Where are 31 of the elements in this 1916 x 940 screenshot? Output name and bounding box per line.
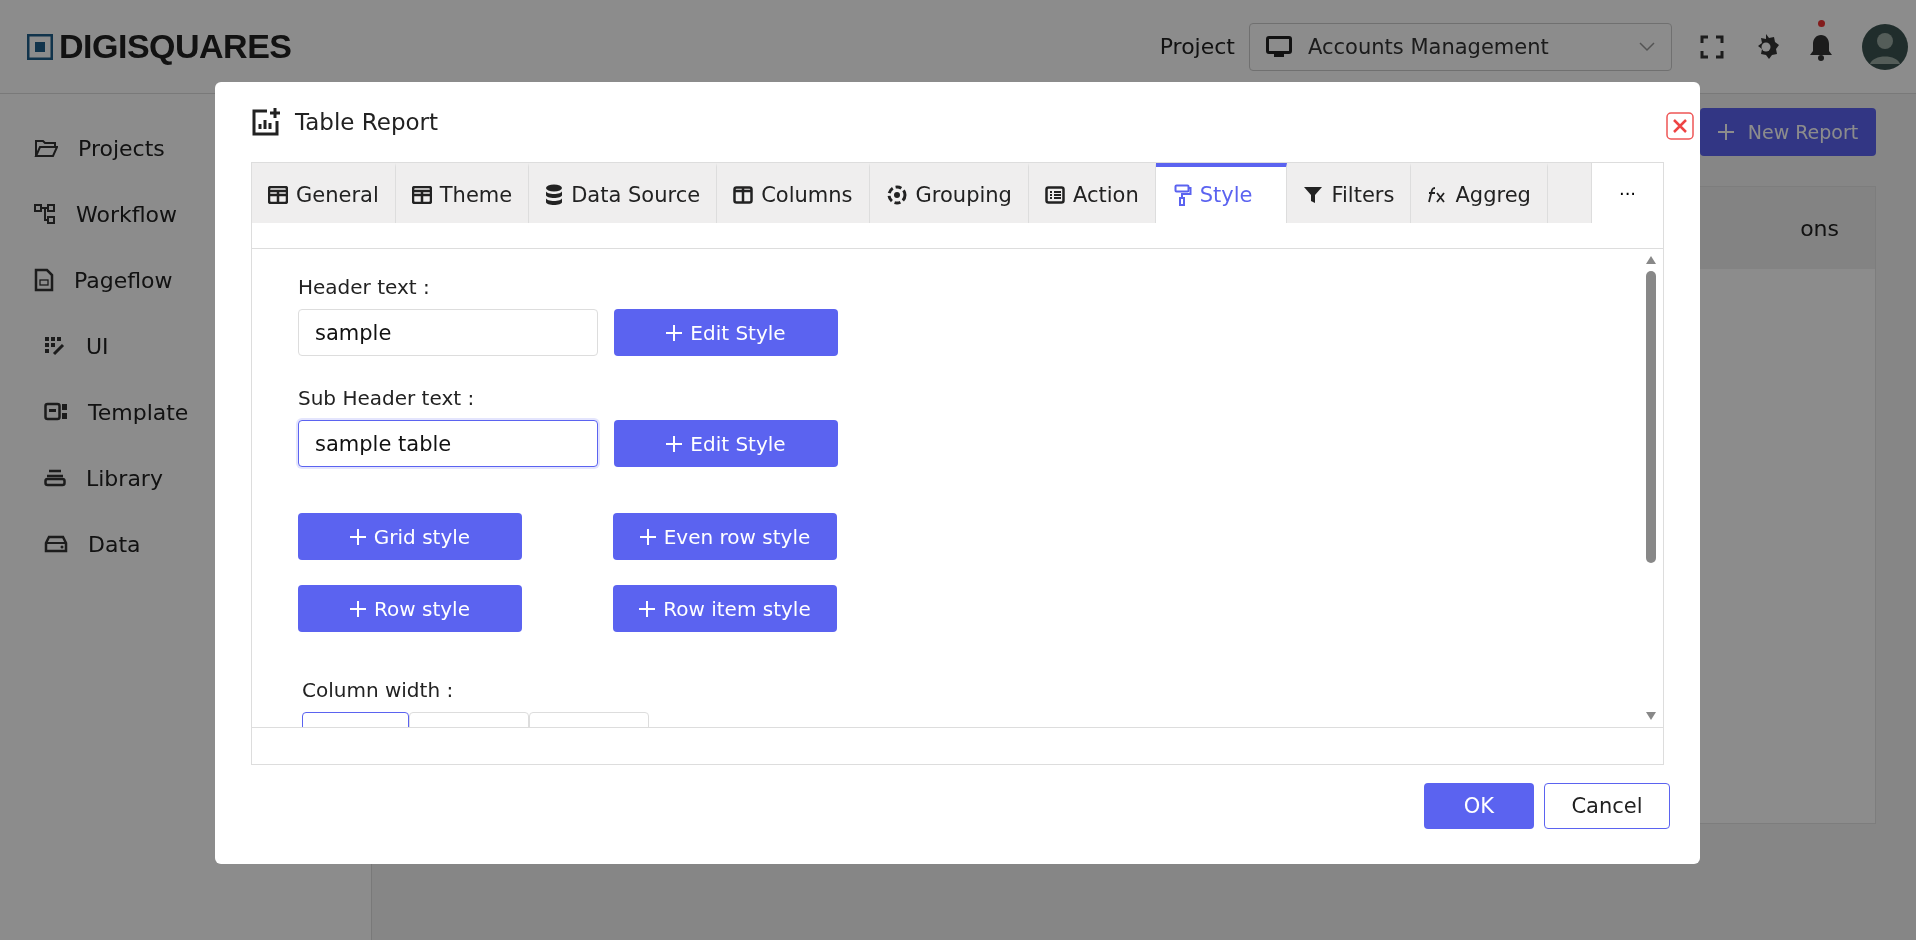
- tab[interactable]: Data Source: [529, 163, 718, 223]
- style-button[interactable]: Row item style: [613, 585, 837, 632]
- text-field[interactable]: sample table: [298, 420, 598, 467]
- sidebar-item[interactable]: Projects: [0, 134, 371, 162]
- new-report-button[interactable]: New Report: [1700, 108, 1876, 156]
- ok-button[interactable]: OK: [1424, 783, 1534, 829]
- edit-style-button[interactable]: Edit Style: [614, 309, 838, 356]
- tab[interactable]: Style: [1155, 163, 1288, 223]
- more-tabs-button[interactable]: ···: [1591, 163, 1663, 223]
- tab[interactable]: Columns: [717, 163, 870, 223]
- edit-style-button[interactable]: Edit Style: [614, 420, 838, 467]
- tab[interactable]: Aggreg: [1411, 163, 1548, 223]
- tab[interactable]: General: [252, 163, 396, 223]
- style-button[interactable]: Row style: [298, 585, 522, 632]
- cancel-button[interactable]: Cancel: [1544, 783, 1670, 829]
- tab[interactable]: Theme: [395, 163, 530, 223]
- tab[interactable]: Grouping: [869, 163, 1029, 223]
- field-label: Header text :: [298, 275, 431, 299]
- field-label: Column width :: [302, 678, 455, 702]
- column-header: ons: [1800, 215, 1839, 241]
- logo-text: DIGISQUARES: [59, 27, 292, 66]
- field-label: Sub Header text :: [298, 386, 476, 410]
- tab[interactable]: Action: [1028, 163, 1156, 223]
- text-field[interactable]: sample: [298, 309, 598, 356]
- style-button[interactable]: Even row style: [613, 513, 837, 560]
- project-label: Project: [1159, 34, 1235, 59]
- sidebar-item[interactable]: Library: [0, 464, 371, 492]
- project-dropdown[interactable]: Accounts Management: [1249, 22, 1672, 71]
- dialog-title: Table Report: [295, 109, 440, 135]
- style-button[interactable]: Grid style: [298, 513, 522, 560]
- tab[interactable]: Filters: [1287, 163, 1412, 223]
